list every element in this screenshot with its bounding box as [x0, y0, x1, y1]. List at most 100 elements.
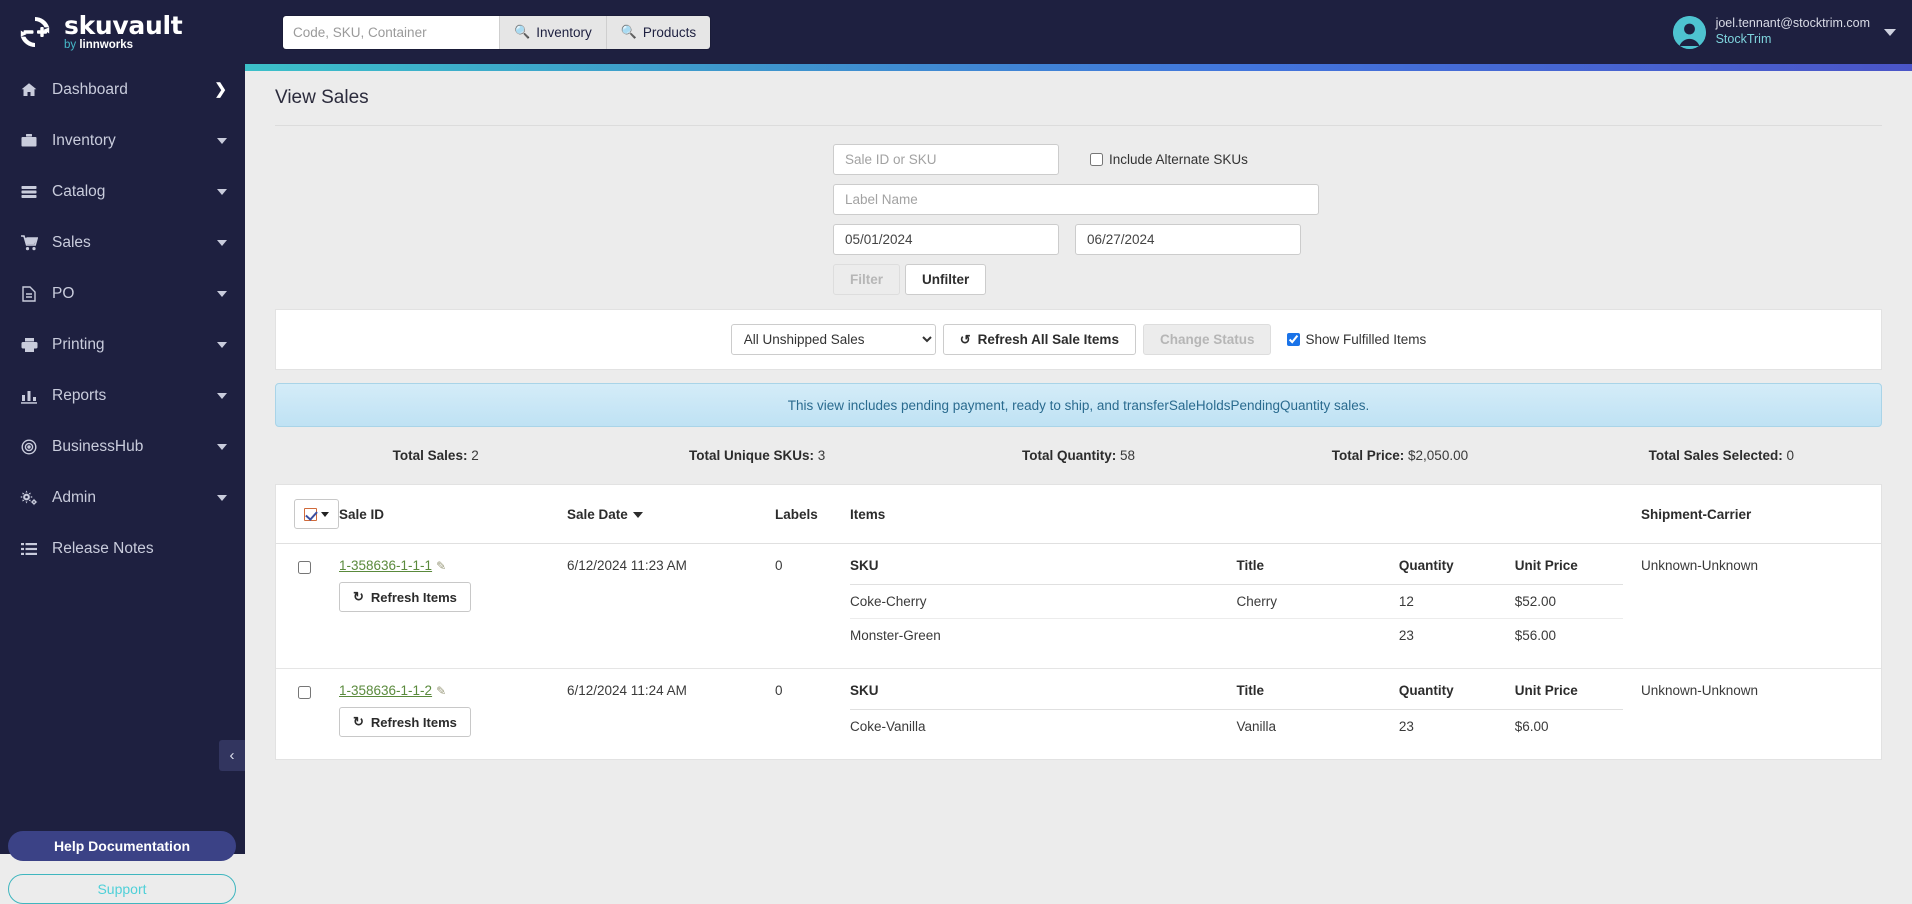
item-quantity: 23	[1398, 719, 1414, 734]
change-status-button[interactable]: Change Status	[1142, 324, 1272, 355]
sales-table-body: 1-358636-1-1-1 ✎ ↻ Refresh Items 6/12/2024 1…	[276, 543, 1881, 760]
help-documentation-button[interactable]: Help Documentation	[8, 831, 236, 861]
items-cell: SKU Title Quantity Unit Price Coke-Vanilla Va…	[850, 669, 1641, 760]
support-button[interactable]: Support	[8, 874, 236, 904]
item-title: Vanilla	[1236, 719, 1277, 734]
item-title	[1237, 619, 1399, 653]
search-input[interactable]	[283, 15, 499, 49]
top-navigation-bar: skuvault by linnworks 🔍 Inventory 🔍 Prod…	[0, 0, 1912, 64]
unfilter-button[interactable]: Unfilter	[905, 264, 987, 295]
total-total-quantity: Total Quantity: 58	[918, 448, 1239, 463]
show-fulfilled-items-checkbox-wrap[interactable]: Show Fulfilled Items	[1287, 332, 1426, 347]
sidebar-item-label: Dashboard	[52, 80, 128, 98]
items-header-unit-price: Unit Price	[1514, 683, 1623, 710]
sort-descending-icon	[632, 511, 643, 518]
total-label: Total Sales:	[392, 448, 468, 463]
sale-id-link[interactable]: 1-358636-1-1-1	[339, 558, 432, 573]
refresh-items-label: Refresh Items	[370, 589, 457, 605]
app-logo[interactable]: skuvault by linnworks	[0, 0, 245, 64]
search-products-label: Products	[642, 24, 697, 40]
sales-toolbar: All Unshipped Sales ↺ Refresh All Sale I…	[275, 309, 1882, 370]
sidebar-item-dashboard[interactable]: Dashboard ❯	[0, 64, 245, 115]
refresh-all-sale-items-label: Refresh All Sale Items	[977, 332, 1119, 347]
sidebar-item-admin[interactable]: Admin	[0, 472, 245, 523]
briefcase-icon	[18, 133, 40, 149]
total-value: $2,050.00	[1408, 448, 1469, 463]
sidebar-item-release-notes[interactable]: Release Notes	[0, 523, 245, 574]
total-total-price: Total Price: $2,050.00	[1239, 448, 1560, 463]
caret-down-icon	[217, 137, 227, 144]
item-sku: Monster-Green	[850, 628, 941, 643]
avatar	[1672, 15, 1706, 49]
items-table: SKU Title Quantity Unit Price Coke-Vanilla Va…	[850, 683, 1623, 743]
sales-table-header-row: Sale ID Sale Date Labels Items Shipment-…	[276, 485, 1881, 544]
sidebar-item-label: BusinessHub	[52, 437, 144, 455]
shipment-carrier-cell: Unknown-Unknown	[1641, 543, 1881, 669]
total-total-sales-selected: Total Sales Selected: 0	[1561, 448, 1882, 463]
items-header-row: SKU Title Quantity Unit Price	[850, 683, 1623, 710]
sales-table-head: Sale ID Sale Date Labels Items Shipment-…	[276, 485, 1881, 544]
sidebar-item-printing[interactable]: Printing	[0, 319, 245, 370]
item-sku: Coke-Cherry	[850, 584, 1237, 619]
header-sale-id[interactable]: Sale ID	[339, 485, 567, 544]
header-items: Items	[850, 485, 1641, 544]
sidebar-item-po[interactable]: PO	[0, 268, 245, 319]
sidebar-menu: Dashboard ❯ Inventory Catalog Sales PO Printin…	[0, 64, 245, 574]
search-products-button[interactable]: 🔍 Products	[605, 15, 711, 49]
include-alternate-skus-checkbox[interactable]	[1090, 153, 1103, 166]
search-icon: 🔍	[514, 24, 531, 39]
total-value: 2	[471, 448, 479, 463]
refresh-items-button[interactable]: ↻ Refresh Items	[339, 707, 471, 737]
filter-actions: Filter Unfilter	[833, 264, 1912, 295]
sidebar-item-catalog[interactable]: Catalog	[0, 166, 245, 217]
refresh-items-button[interactable]: ↻ Refresh Items	[339, 582, 471, 612]
sidebar-item-businesshub[interactable]: BusinessHub	[0, 421, 245, 472]
sidebar-item-label: Inventory	[52, 131, 116, 149]
items-header-sku: SKU	[850, 683, 1237, 710]
user-menu[interactable]: joel.tennant@stocktrim.com StockTrim	[1672, 0, 1912, 64]
search-inventory-label: Inventory	[536, 24, 592, 40]
header-shipment-carrier: Shipment-Carrier	[1641, 485, 1881, 544]
sidebar-item-reports[interactable]: Reports	[0, 370, 245, 421]
sidebar-item-sales[interactable]: Sales	[0, 217, 245, 268]
header-labels[interactable]: Labels	[775, 485, 850, 544]
row-select-checkbox[interactable]	[298, 561, 311, 574]
sale-date-cell: 6/12/2024 11:23 AM	[567, 543, 775, 669]
target-icon	[18, 438, 40, 455]
sale-id-cell: 1-358636-1-1-1 ✎ ↻ Refresh Items	[339, 543, 567, 669]
date-from-input[interactable]	[833, 224, 1059, 255]
document-icon	[18, 285, 40, 302]
header-sale-date[interactable]: Sale Date	[567, 485, 775, 544]
total-label: Total Sales Selected:	[1648, 448, 1783, 463]
include-alternate-skus-checkbox-wrap[interactable]: Include Alternate SKUs	[1090, 152, 1248, 167]
refresh-all-sale-items-button[interactable]: ↺ Refresh All Sale Items	[942, 324, 1136, 355]
sale-id-or-sku-input[interactable]	[833, 144, 1059, 175]
total-total-sales: Total Sales: 2	[275, 448, 596, 463]
sale-status-select[interactable]: All Unshipped Sales	[730, 324, 936, 355]
sales-table-card: Sale ID Sale Date Labels Items Shipment-…	[275, 484, 1882, 760]
sale-date-cell: 6/12/2024 11:24 AM	[567, 683, 687, 698]
sidebar-item-inventory[interactable]: Inventory	[0, 115, 245, 166]
sidebar-collapse-button[interactable]: ‹	[219, 740, 245, 771]
chevron-left-icon: ‹	[229, 747, 235, 764]
filter-button[interactable]: Filter	[833, 264, 901, 295]
select-all-dropdown-button[interactable]	[294, 499, 339, 529]
row-select-checkbox[interactable]	[298, 686, 311, 699]
caret-down-icon	[217, 392, 227, 399]
item-quantity: 12	[1398, 584, 1515, 619]
search-inventory-button[interactable]: 🔍 Inventory	[499, 15, 606, 49]
filter-form: Include Alternate SKUs Filter Unfilter	[245, 126, 1912, 295]
refresh-icon: ↺	[959, 331, 971, 347]
sale-id-link[interactable]: 1-358636-1-1-2	[339, 683, 432, 698]
date-to-input[interactable]	[1075, 224, 1301, 255]
checkbox-icon	[304, 507, 317, 521]
label-name-input[interactable]	[833, 184, 1319, 215]
header-sale-date-label: Sale Date	[567, 506, 628, 522]
show-fulfilled-items-checkbox[interactable]	[1287, 333, 1301, 346]
edit-pencil-icon[interactable]: ✎	[436, 559, 446, 573]
chevron-down-icon[interactable]	[1884, 28, 1896, 36]
edit-pencil-icon[interactable]: ✎	[436, 684, 446, 698]
info-banner: This view includes pending payment, read…	[275, 383, 1882, 427]
total-total-unique-skus: Total Unique SKUs: 3	[596, 448, 917, 463]
total-value: 3	[817, 448, 826, 463]
